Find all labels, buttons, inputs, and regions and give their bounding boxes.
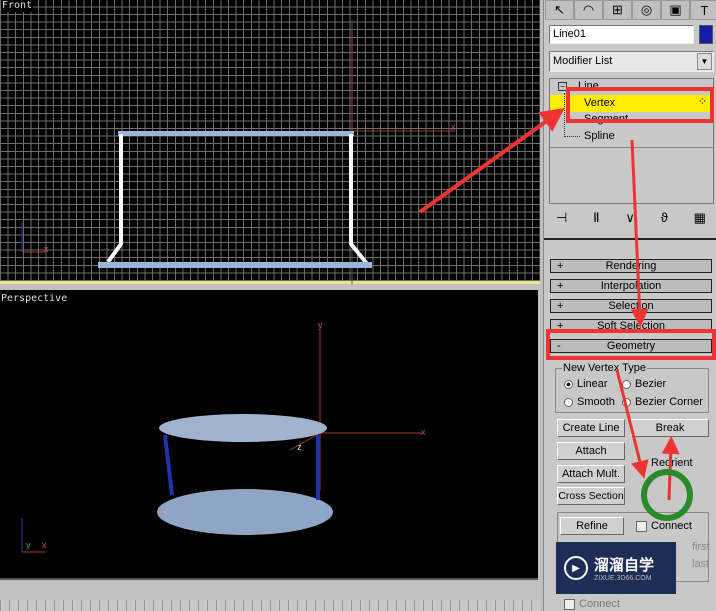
rollout-geometry[interactable]: - Geometry <box>550 339 712 353</box>
svg-text:x: x <box>42 540 47 550</box>
stack-item-spline[interactable]: Spline <box>584 130 615 142</box>
viewport-label[interactable]: Front <box>1 0 34 12</box>
modify-icon[interactable]: ◠ <box>574 0 603 20</box>
object-name-input[interactable]: Line01 <box>549 25 694 44</box>
attach-mult-button[interactable]: Attach Mult. <box>557 465 625 483</box>
bottom-rail <box>98 262 372 268</box>
new-vertex-type-group: New Vertex Type Linear Bezier Smooth Bez… <box>555 362 709 413</box>
rollout-rendering[interactable]: + Rendering <box>550 259 712 273</box>
leg <box>163 434 174 496</box>
chevron-down-icon[interactable]: ▼ <box>697 53 712 70</box>
stack-item-segment[interactable]: Segment <box>584 113 628 125</box>
radio-smooth[interactable]: Smooth <box>564 396 615 408</box>
watermark-title: 溜溜自学 <box>594 557 655 574</box>
command-panel: ↖ ◠ ⊞ ◎ ▣ T Line01 Modifier List ▼ − Lin… <box>543 0 716 611</box>
perspective-scene: y x z y x <box>21 320 426 553</box>
hierarchy-icon[interactable]: ⊞ <box>603 0 632 20</box>
remove-modifier-icon[interactable]: ϑ <box>661 210 668 226</box>
group-label: New Vertex Type <box>562 362 647 374</box>
show-end-result-icon[interactable]: Ⅱ <box>593 210 599 226</box>
motion-icon[interactable]: ◎ <box>632 0 661 20</box>
create-line-button[interactable]: Create Line <box>557 419 625 437</box>
bottom-disc <box>157 489 333 535</box>
reorient-checkbox-label[interactable]: Reorient <box>651 457 693 469</box>
rollout-soft-selection[interactable]: + Soft Selection <box>550 319 712 333</box>
front-viewport[interactable]: x x Front <box>0 0 540 284</box>
radio-bezier[interactable]: Bezier <box>622 378 666 390</box>
watermark-logo: ▶ 溜溜自学 ZIXUE.3D66.COM <box>556 542 676 594</box>
radio-bezier-corner[interactable]: Bezier Corner <box>622 396 703 408</box>
collapse-icon[interactable]: − <box>558 82 567 91</box>
create-icon[interactable]: ↖ <box>545 0 574 20</box>
stack-item-label: Vertex <box>584 97 616 109</box>
modifier-list-dropdown[interactable]: Modifier List ▼ <box>549 51 714 72</box>
pin-stack-icon[interactable]: ⊣ <box>556 210 567 226</box>
play-icon: ▶ <box>564 556 588 580</box>
modifier-stack: − Line Vertex ⁘ Segment Spline <box>549 78 714 204</box>
refine-button[interactable]: Refine <box>560 517 624 535</box>
svg-text:y: y <box>26 540 31 550</box>
display-icon[interactable]: ▣ <box>661 0 690 20</box>
right-leg <box>349 134 370 267</box>
svg-text:x: x <box>451 122 456 132</box>
connect-copy-checkbox[interactable]: Connect <box>564 598 620 610</box>
linear-first-label: first <box>692 541 710 553</box>
modifier-list-label: Modifier List <box>553 55 613 67</box>
stack-item-line[interactable]: Line <box>578 80 599 92</box>
top-disc <box>159 414 327 442</box>
svg-text:z: z <box>297 442 302 452</box>
break-button[interactable]: Break <box>631 419 709 437</box>
utilities-icon[interactable]: T <box>690 0 716 20</box>
attach-button[interactable]: Attach <box>557 442 625 460</box>
time-ruler[interactable] <box>0 600 540 611</box>
watermark-url: ZIXUE.3D66.COM <box>594 575 652 582</box>
left-leg <box>106 134 123 264</box>
connect-checkbox[interactable]: Connect <box>636 520 692 532</box>
svg-text:x: x <box>421 427 426 437</box>
svg-text:y: y <box>318 320 323 330</box>
cross-section-button[interactable]: Cross Section <box>557 487 625 505</box>
front-scene: x x <box>21 20 456 284</box>
linear-last-label: last <box>692 558 710 570</box>
svg-text:x: x <box>44 244 49 254</box>
top-rail <box>118 131 354 136</box>
rollout-interpolation[interactable]: + Interpolation <box>550 279 712 293</box>
rollout-selection[interactable]: + Selection <box>550 299 712 313</box>
stack-toolbar: ⊣ Ⅱ ∨ ϑ ▦ <box>556 210 706 226</box>
perspective-viewport[interactable]: Perspective y x z yx <box>0 290 538 580</box>
configure-sets-icon[interactable]: ▦ <box>694 210 706 226</box>
make-unique-icon[interactable]: ∨ <box>625 210 635 226</box>
radio-linear[interactable]: Linear <box>564 378 608 390</box>
vertex-icon: ⁘ <box>697 96 707 108</box>
object-color-swatch[interactable] <box>699 25 713 44</box>
